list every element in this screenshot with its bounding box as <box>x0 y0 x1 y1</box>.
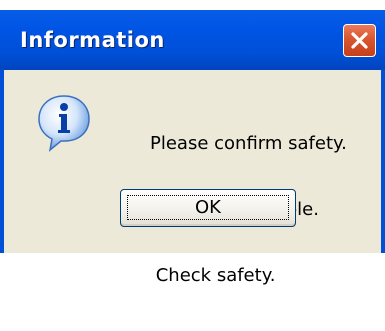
ok-button[interactable]: OK <box>120 189 296 227</box>
title-bar[interactable]: Information <box>0 0 385 70</box>
message-line: Please confirm safety. <box>150 133 347 154</box>
close-icon <box>351 32 368 49</box>
close-button[interactable] <box>343 24 376 57</box>
info-icon <box>34 92 94 152</box>
ok-button-label: OK <box>195 197 221 218</box>
information-dialog: Information Please confirm safety. Check… <box>0 0 385 286</box>
message-line: Check safety. <box>150 265 276 286</box>
top-edge <box>0 0 385 10</box>
window-title: Information <box>20 28 165 52</box>
